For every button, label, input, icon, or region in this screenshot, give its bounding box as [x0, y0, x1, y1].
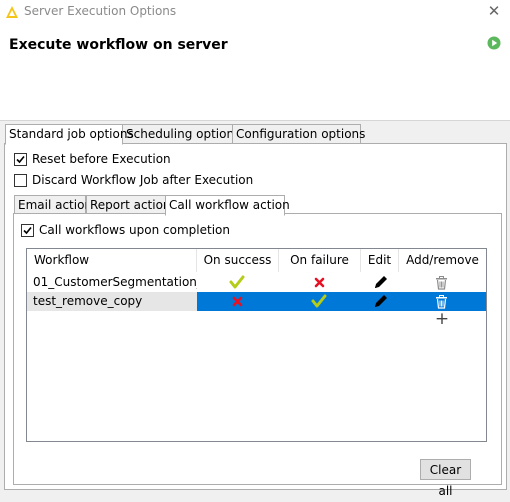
check-icon: [229, 275, 245, 289]
close-button[interactable]: ✕: [485, 1, 503, 21]
column-header-on-failure[interactable]: On failure: [279, 249, 361, 272]
on-failure-cell[interactable]: [279, 273, 361, 292]
call-workflows-checkbox[interactable]: [21, 223, 34, 237]
app-triangle-icon: [6, 6, 18, 18]
pencil-icon[interactable]: [372, 274, 389, 291]
tab-call-workflow-action[interactable]: Call workflow action: [165, 195, 290, 216]
column-header-add-remove[interactable]: Add/remove: [399, 249, 486, 272]
call-workflow-panel: Call workflows upon completion Workflow …: [13, 213, 502, 498]
reset-option[interactable]: Reset before Execution: [14, 152, 171, 166]
column-header-on-success[interactable]: On success: [197, 249, 279, 272]
run-icon[interactable]: [487, 36, 501, 50]
check-icon: [311, 294, 327, 308]
tab-report-action[interactable]: Report action: [86, 195, 171, 215]
edit-cell[interactable]: [361, 273, 399, 292]
pencil-icon[interactable]: [372, 293, 389, 310]
column-header-edit[interactable]: Edit: [361, 249, 399, 272]
standard-options-panel: Reset before Execution Discard Workflow …: [4, 143, 507, 498]
table-row[interactable]: 01_CustomerSegmentation_...: [27, 273, 486, 292]
window-title: Server Execution Options: [24, 4, 177, 18]
discard-checkbox[interactable]: [14, 173, 27, 187]
discard-option[interactable]: Discard Workflow Job after Execution: [14, 173, 253, 187]
workflow-cell[interactable]: test_remove_copy: [27, 292, 197, 311]
trash-icon[interactable]: [435, 295, 448, 309]
on-success-cell[interactable]: [197, 292, 279, 311]
cross-icon: [314, 277, 325, 288]
tab-email-action[interactable]: Email action: [14, 195, 92, 215]
page-title: Execute workflow on server: [9, 37, 228, 53]
column-header-workflow[interactable]: Workflow: [27, 249, 197, 272]
table-row-selected[interactable]: test_remove_copy: [27, 292, 486, 311]
reset-checkbox[interactable]: [14, 152, 27, 166]
discard-label: Discard Workflow Job after Execution: [32, 173, 254, 187]
reset-label: Reset before Execution: [32, 152, 171, 166]
on-failure-cell[interactable]: [279, 292, 361, 311]
workflow-cell[interactable]: 01_CustomerSegmentation_...: [27, 273, 197, 292]
workflow-table: Workflow On success On failure Edit Add/…: [26, 248, 487, 442]
cross-icon: [232, 296, 243, 307]
tab-configuration-options[interactable]: Configuration options: [232, 124, 365, 144]
add-icon[interactable]: +: [432, 309, 452, 329]
edit-cell[interactable]: [361, 292, 399, 311]
call-workflows-option[interactable]: Call workflows upon completion: [21, 223, 230, 237]
on-success-cell[interactable]: [197, 273, 279, 292]
trash-icon[interactable]: [435, 276, 448, 290]
title-bar: Server Execution Options ✕: [0, 0, 510, 24]
call-workflows-label: Call workflows upon completion: [39, 223, 230, 237]
remove-cell[interactable]: [399, 273, 486, 292]
tab-standard-job-options[interactable]: Standard job options: [5, 124, 134, 145]
header-area: Execute workflow on server: [0, 24, 510, 121]
clear-all-button[interactable]: Clear all: [420, 459, 471, 498]
tab-scheduling-options[interactable]: Scheduling options: [122, 124, 240, 144]
